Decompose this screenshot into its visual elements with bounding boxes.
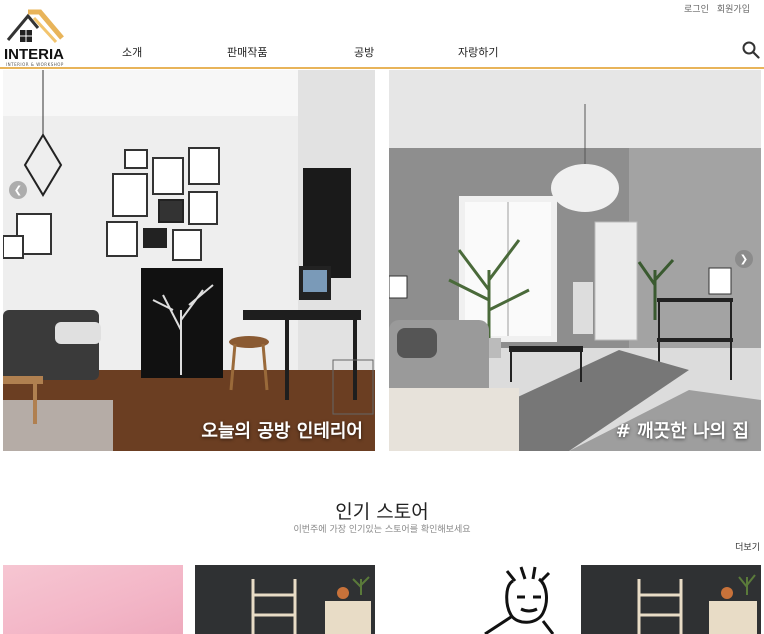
workshop-interior-image	[3, 70, 375, 451]
store-image	[637, 574, 757, 634]
more-link[interactable]: 더보기	[735, 540, 760, 553]
hero-caption: 오늘의 공방 인테리어	[201, 421, 363, 442]
nav-item-products[interactable]: 판매작품	[227, 44, 267, 60]
chevron-right-icon: ❯	[739, 253, 749, 265]
logo-subtext: INTERIOR & WORKSHOP	[6, 62, 64, 67]
carousel-next-button[interactable]: ❯	[735, 250, 753, 268]
nav-item-about[interactable]: 소개	[122, 44, 142, 60]
hero-caption: # 깨끗한 나의 집	[615, 421, 749, 442]
page: INTERIA INTERIOR & WORKSHOP 로그인 회원가입 소개 …	[0, 0, 764, 634]
store-image	[251, 576, 371, 634]
logo[interactable]: INTERIA INTERIOR & WORKSHOP	[4, 6, 68, 67]
chevron-left-icon: ❮	[13, 184, 23, 196]
store-card[interactable]	[387, 565, 567, 634]
search-icon[interactable]	[742, 41, 760, 59]
store-card[interactable]	[581, 565, 761, 634]
nav-item-showoff[interactable]: 자랑하기	[458, 44, 498, 60]
hero-slide-workshop[interactable]: 오늘의 공방 인테리어	[3, 70, 375, 451]
logo-text: INTERIA	[4, 46, 64, 63]
section-subtitle: 이번주에 가장 인기있는 스토어를 확인해보세요	[293, 525, 471, 535]
store-card[interactable]	[3, 565, 183, 634]
hero-slide-home[interactable]: # 깨끗한 나의 집	[389, 70, 761, 451]
section-title: 인기 스토어	[335, 501, 429, 523]
signup-link[interactable]: 회원가입	[717, 2, 750, 15]
carousel-prev-button[interactable]: ❮	[9, 181, 27, 199]
user-links: 로그인 회원가입	[684, 2, 750, 15]
store-card[interactable]	[195, 565, 375, 634]
house-logo-icon	[6, 9, 64, 44]
clean-home-image	[389, 70, 761, 451]
nav-item-workshop[interactable]: 공방	[354, 44, 374, 60]
store-image	[484, 566, 555, 634]
login-link[interactable]: 로그인	[684, 2, 709, 15]
site-header: INTERIA INTERIOR & WORKSHOP 로그인 회원가입 소개 …	[0, 0, 764, 69]
